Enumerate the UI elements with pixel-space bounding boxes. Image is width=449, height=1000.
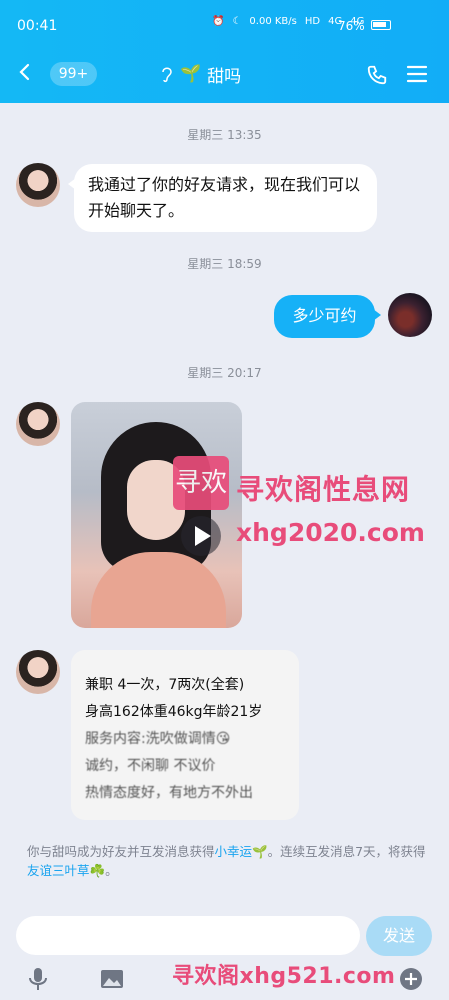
lucky-link[interactable]: 小幸运🌱 [215, 844, 268, 859]
outgoing-message[interactable]: 多少可约 [274, 295, 381, 338]
message-timestamp: 星期三 20:17 [187, 366, 262, 380]
leaf-icon: 🌱 [180, 64, 202, 84]
contact-avatar[interactable] [16, 163, 60, 207]
message-input[interactable] [16, 916, 360, 955]
watermark-bottom: 寻欢阁xhg521.com [172, 964, 396, 989]
battery-percent: 76% [338, 19, 365, 33]
back-arrow-icon[interactable] [15, 62, 35, 82]
self-avatar[interactable] [388, 293, 432, 337]
moon-icon: ☾ [232, 16, 242, 27]
send-button[interactable]: 发送 [366, 916, 432, 956]
contact-name: 甜吗 [207, 66, 242, 87]
card-line: 兼职 4一次，7两次(全套) [85, 677, 245, 693]
chat-header: 99+ 🌱 甜吗 [0, 52, 449, 102]
status-time: 00:41 [17, 18, 58, 34]
status-bar: 00:41 ⏰ ☾ 0.00 KB/s HD 4G 4G 76% [0, 0, 449, 52]
message-timestamp: 星期三 13:35 [187, 128, 262, 142]
play-icon[interactable] [180, 515, 222, 557]
contact-avatar[interactable] [16, 650, 60, 694]
battery-icon [371, 20, 391, 30]
watermark-url: xhg2020.com [236, 518, 425, 547]
clover-link[interactable]: 友谊三叶草☘️ [27, 863, 105, 878]
input-row: 发送 [0, 905, 449, 965]
watermark-title: 寻欢阁性息网 [236, 473, 411, 506]
alarm-icon: ⏰ [212, 16, 225, 27]
card-line: 身高162体重46kg年龄21岁 [85, 704, 263, 720]
menu-icon[interactable] [406, 65, 428, 83]
microphone-icon[interactable] [25, 966, 51, 992]
text-card-message[interactable]: 兼职 4一次，7两次(全套) 身高162体重46kg年龄21岁 服务内容:洗吹做… [71, 650, 299, 820]
notice-text: 。连续互发消息7天，将获得 [267, 844, 426, 859]
watermark-logo: 寻欢 [173, 456, 229, 510]
image-icon[interactable] [99, 966, 125, 992]
notice-text: 。 [105, 863, 118, 878]
card-line: 诚约，不闲聊 不议价 [85, 758, 216, 774]
contact-title[interactable]: 🌱 甜吗 [160, 62, 242, 87]
hd-signal: HD [304, 16, 321, 27]
card-line: 热情态度好，有地方不外出 [85, 785, 253, 801]
net-speed: 0.00 KB/s [249, 16, 297, 27]
system-notice: 你与甜吗成为好友并互发消息获得小幸运🌱。连续互发消息7天，将获得友谊三叶草☘️。 [27, 842, 427, 880]
phone-icon[interactable] [366, 64, 388, 86]
notice-text: 你与甜吗成为好友并互发消息获得 [27, 844, 215, 859]
plus-icon[interactable] [398, 966, 424, 992]
ear-icon [162, 67, 172, 83]
card-line: 服务内容:洗吹做调情😘 [85, 731, 231, 747]
contact-avatar[interactable] [16, 402, 60, 446]
incoming-message[interactable]: 我通过了你的好友请求，现在我们可以开始聊天了。 [68, 164, 377, 232]
unread-badge[interactable]: 99+ [50, 62, 97, 86]
message-timestamp: 星期三 18:59 [187, 257, 262, 271]
